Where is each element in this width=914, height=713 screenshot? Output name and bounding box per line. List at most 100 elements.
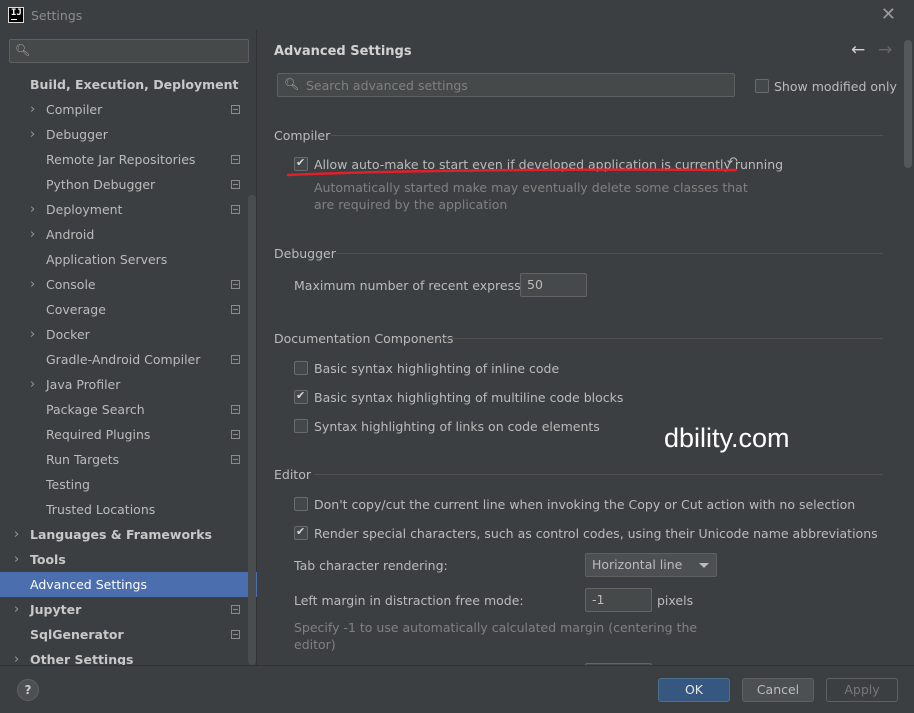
apply-button[interactable]: Apply xyxy=(826,678,898,702)
show-modified-checkbox[interactable] xyxy=(755,79,769,93)
option-checkbox[interactable] xyxy=(294,361,308,375)
chevron-right-icon[interactable]: › xyxy=(30,222,35,247)
sidebar-item-label: Run Targets xyxy=(46,452,120,467)
intellij-logo-icon: IJ xyxy=(8,7,24,23)
sidebar-item-build-execution-deployment[interactable]: Build, Execution, Deployment xyxy=(0,72,257,97)
chevron-right-icon[interactable]: › xyxy=(30,97,35,122)
sidebar-item-android[interactable]: › Android xyxy=(0,222,257,247)
ok-button[interactable]: OK xyxy=(658,678,730,702)
project-level-icon xyxy=(231,180,240,189)
max-expressions-label: Maximum number of recent expressions: xyxy=(294,278,551,293)
sidebar-item-label: Docker xyxy=(46,327,90,342)
watermark-text: dbility.com xyxy=(664,423,790,453)
left-margin-help-line1: Specify -1 to use automatically calculat… xyxy=(294,620,698,635)
sidebar-item-docker[interactable]: › Docker xyxy=(0,322,257,347)
divider xyxy=(336,253,883,254)
advanced-search-field[interactable]: 🔍︎ xyxy=(277,73,735,97)
chevron-right-icon[interactable]: › xyxy=(14,522,19,547)
section-compiler-title: Compiler xyxy=(274,128,331,143)
project-level-icon xyxy=(231,405,240,414)
sidebar-item-run-targets[interactable]: Run Targets xyxy=(0,447,257,472)
sidebar-item-label: Compiler xyxy=(46,102,103,117)
sidebar-item-testing[interactable]: Testing xyxy=(0,472,257,497)
sidebar-item-java-profiler[interactable]: › Java Profiler xyxy=(0,372,257,397)
divider xyxy=(331,135,883,136)
advanced-search-input[interactable] xyxy=(306,76,726,94)
option-label: Basic syntax highlighting of inline code xyxy=(314,361,560,376)
red-annotation-underline xyxy=(286,168,738,177)
sidebar-item-label: Console xyxy=(46,277,96,292)
settings-sidebar: 🔍︎ Build, Execution, Deployment › Compiler… xyxy=(0,30,257,667)
left-margin-help-line2: editor) xyxy=(294,637,336,652)
project-level-icon xyxy=(231,355,240,364)
search-icon: 🔍︎ xyxy=(284,77,300,91)
sidebar-item-label: Application Servers xyxy=(46,252,168,267)
sidebar-item-coverage[interactable]: Coverage xyxy=(0,297,257,322)
option-checkbox[interactable] xyxy=(294,525,308,540)
project-level-icon xyxy=(231,105,240,114)
project-level-icon xyxy=(231,280,240,289)
sidebar-item-label: Languages & Frameworks xyxy=(30,527,212,542)
sidebar-item-deployment[interactable]: › Deployment xyxy=(0,197,257,222)
divider xyxy=(314,474,883,475)
content-scrollbar[interactable] xyxy=(904,40,912,168)
forward-arrow-icon[interactable]: → xyxy=(878,40,892,60)
chevron-right-icon[interactable]: › xyxy=(30,197,35,222)
sidebar-item-gradle-android-compiler[interactable]: Gradle-Android Compiler xyxy=(0,347,257,372)
project-level-icon xyxy=(231,205,240,214)
sidebar-item-label: Deployment xyxy=(46,202,123,217)
advanced-settings-panel: Advanced Settings ← → 🔍︎ Show modified o… xyxy=(258,30,914,667)
sidebar-item-application-servers[interactable]: Application Servers xyxy=(0,247,257,272)
section-debugger-title: Debugger xyxy=(274,246,336,261)
close-icon[interactable]: ✕ xyxy=(881,4,896,25)
sidebar-item-sqlgenerator[interactable]: SqlGenerator xyxy=(0,622,257,647)
chevron-right-icon[interactable]: › xyxy=(30,272,35,297)
sidebar-item-remote-jar-repositories[interactable]: Remote Jar Repositories xyxy=(0,147,257,172)
chevron-right-icon[interactable]: › xyxy=(30,322,35,347)
sidebar-item-required-plugins[interactable]: Required Plugins xyxy=(0,422,257,447)
cancel-button[interactable]: Cancel xyxy=(742,678,814,702)
sidebar-item-tools[interactable]: › Tools xyxy=(0,547,257,572)
option-checkbox[interactable] xyxy=(294,389,308,404)
chevron-right-icon[interactable]: › xyxy=(14,547,19,572)
sidebar-item-compiler[interactable]: › Compiler xyxy=(0,97,257,122)
option-checkbox[interactable] xyxy=(294,497,308,511)
sidebar-item-package-search[interactable]: Package Search xyxy=(0,397,257,422)
sidebar-item-label: Gradle-Android Compiler xyxy=(46,352,201,367)
sidebar-item-trusted-locations[interactable]: Trusted Locations xyxy=(0,497,257,522)
sidebar-scrollbar[interactable] xyxy=(248,195,256,665)
sidebar-item-label: SqlGenerator xyxy=(30,627,124,642)
divider xyxy=(437,338,883,339)
sidebar-item-jupyter[interactable]: › Jupyter xyxy=(0,597,257,622)
sidebar-item-label: Java Profiler xyxy=(46,377,121,392)
chevron-right-icon[interactable]: › xyxy=(30,372,35,397)
sidebar-item-console[interactable]: › Console xyxy=(0,272,257,297)
option-checkbox[interactable] xyxy=(294,419,308,433)
sidebar-item-label: Debugger xyxy=(46,127,108,142)
project-level-icon xyxy=(231,430,240,439)
option-label: Basic syntax highlighting of multiline c… xyxy=(314,390,624,405)
max-expressions-field[interactable]: 50 xyxy=(520,273,587,297)
sidebar-item-label: Jupyter xyxy=(30,602,82,617)
sidebar-item-advanced-settings[interactable]: Advanced Settings xyxy=(0,572,257,597)
left-margin-field[interactable]: -1 xyxy=(585,588,652,612)
sidebar-item-label: Python Debugger xyxy=(46,177,156,192)
sidebar-item-debugger[interactable]: › Debugger xyxy=(0,122,257,147)
sidebar-item-python-debugger[interactable]: Python Debugger xyxy=(0,172,257,197)
sidebar-item-label: Tools xyxy=(30,552,66,567)
page-title: Advanced Settings xyxy=(274,44,412,59)
sidebar-item-label: Coverage xyxy=(46,302,106,317)
chevron-right-icon[interactable]: › xyxy=(14,597,19,622)
automake-description-line1: Automatically started make may eventuall… xyxy=(314,180,748,195)
sidebar-search-input[interactable]: 🔍︎ xyxy=(9,39,249,63)
back-arrow-icon[interactable]: ← xyxy=(851,40,865,60)
sidebar-item-languages-frameworks[interactable]: › Languages & Frameworks xyxy=(0,522,257,547)
project-level-icon xyxy=(231,630,240,639)
help-icon[interactable]: ? xyxy=(17,679,39,701)
chevron-right-icon[interactable]: › xyxy=(30,122,35,147)
title-bar: IJ Settings ✕ xyxy=(0,0,914,30)
tab-rendering-dropdown[interactable]: Horizontal line xyxy=(585,553,717,577)
tab-rendering-value: Horizontal line xyxy=(592,557,683,572)
chevron-down-icon xyxy=(699,563,709,568)
sidebar-item-label: Build, Execution, Deployment xyxy=(30,77,239,92)
